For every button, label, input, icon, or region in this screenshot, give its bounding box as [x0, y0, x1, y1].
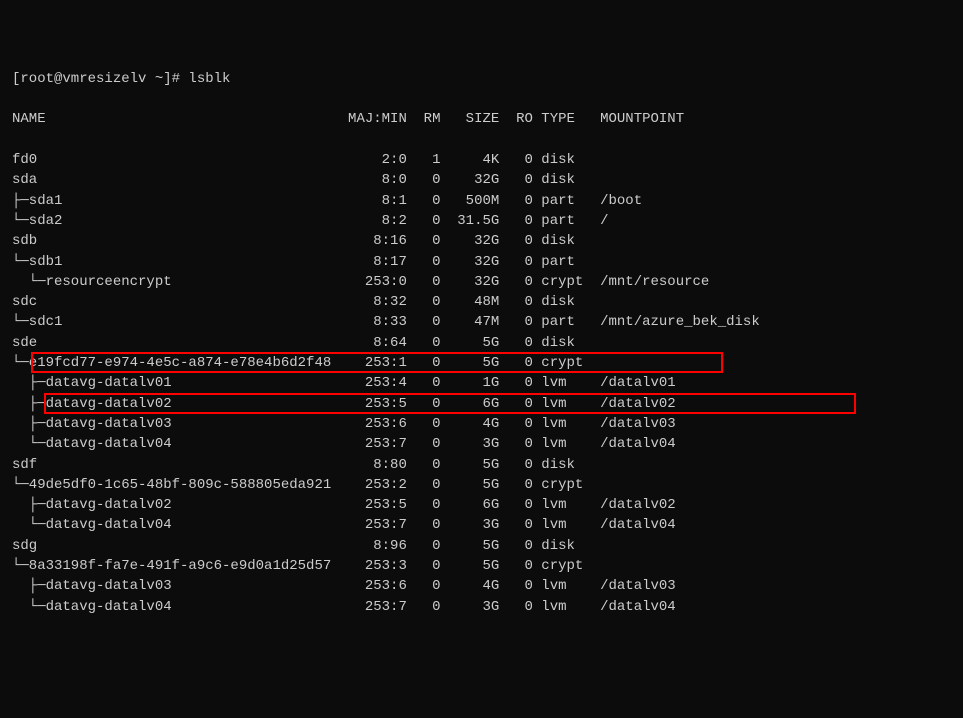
table-row: ├─sda1 8:1 0 500M 0 part /boot [12, 191, 951, 211]
highlight-annotation [44, 393, 856, 414]
table-header: NAME MAJ:MIN RM SIZE RO TYPE MOUNTPOINT [12, 109, 951, 129]
table-row: sdc 8:32 0 48M 0 disk [12, 292, 951, 312]
table-row: ├─datavg-datalv01 253:4 0 1G 0 lvm /data… [12, 373, 951, 393]
table-row: └─sda2 8:2 0 31.5G 0 part / [12, 211, 951, 231]
table-row: └─sdb1 8:17 0 32G 0 part [12, 252, 951, 272]
table-row: sdf 8:80 0 5G 0 disk [12, 455, 951, 475]
table-row: └─datavg-datalv04 253:7 0 3G 0 lvm /data… [12, 434, 951, 454]
table-row: ├─datavg-datalv02 253:5 0 6G 0 lvm /data… [12, 394, 951, 414]
table-row: ├─datavg-datalv03 253:6 0 4G 0 lvm /data… [12, 414, 951, 434]
table-row: └─e19fcd77-e974-4e5c-a874-e78e4b6d2f48 2… [12, 353, 951, 373]
table-body: fd0 2:0 1 4K 0 disk sda 8:0 0 32G 0 disk… [12, 150, 951, 617]
table-row: sda 8:0 0 32G 0 disk [12, 170, 951, 190]
table-row: └─resourceencrypt 253:0 0 32G 0 crypt /m… [12, 272, 951, 292]
command-prompt: [root@vmresizelv ~]# lsblk [12, 69, 951, 89]
table-row: └─49de5df0-1c65-48bf-809c-588805eda921 2… [12, 475, 951, 495]
highlight-annotation [31, 352, 723, 373]
table-row: ├─datavg-datalv02 253:5 0 6G 0 lvm /data… [12, 495, 951, 515]
table-row: fd0 2:0 1 4K 0 disk [12, 150, 951, 170]
table-row: sde 8:64 0 5G 0 disk [12, 333, 951, 353]
table-row: └─datavg-datalv04 253:7 0 3G 0 lvm /data… [12, 597, 951, 617]
table-row: └─8a33198f-fa7e-491f-a9c6-e9d0a1d25d57 2… [12, 556, 951, 576]
table-row: └─sdc1 8:33 0 47M 0 part /mnt/azure_bek_… [12, 312, 951, 332]
table-row: sdb 8:16 0 32G 0 disk [12, 231, 951, 251]
table-row: └─datavg-datalv04 253:7 0 3G 0 lvm /data… [12, 515, 951, 535]
table-row: ├─datavg-datalv03 253:6 0 4G 0 lvm /data… [12, 576, 951, 596]
table-row: sdg 8:96 0 5G 0 disk [12, 536, 951, 556]
